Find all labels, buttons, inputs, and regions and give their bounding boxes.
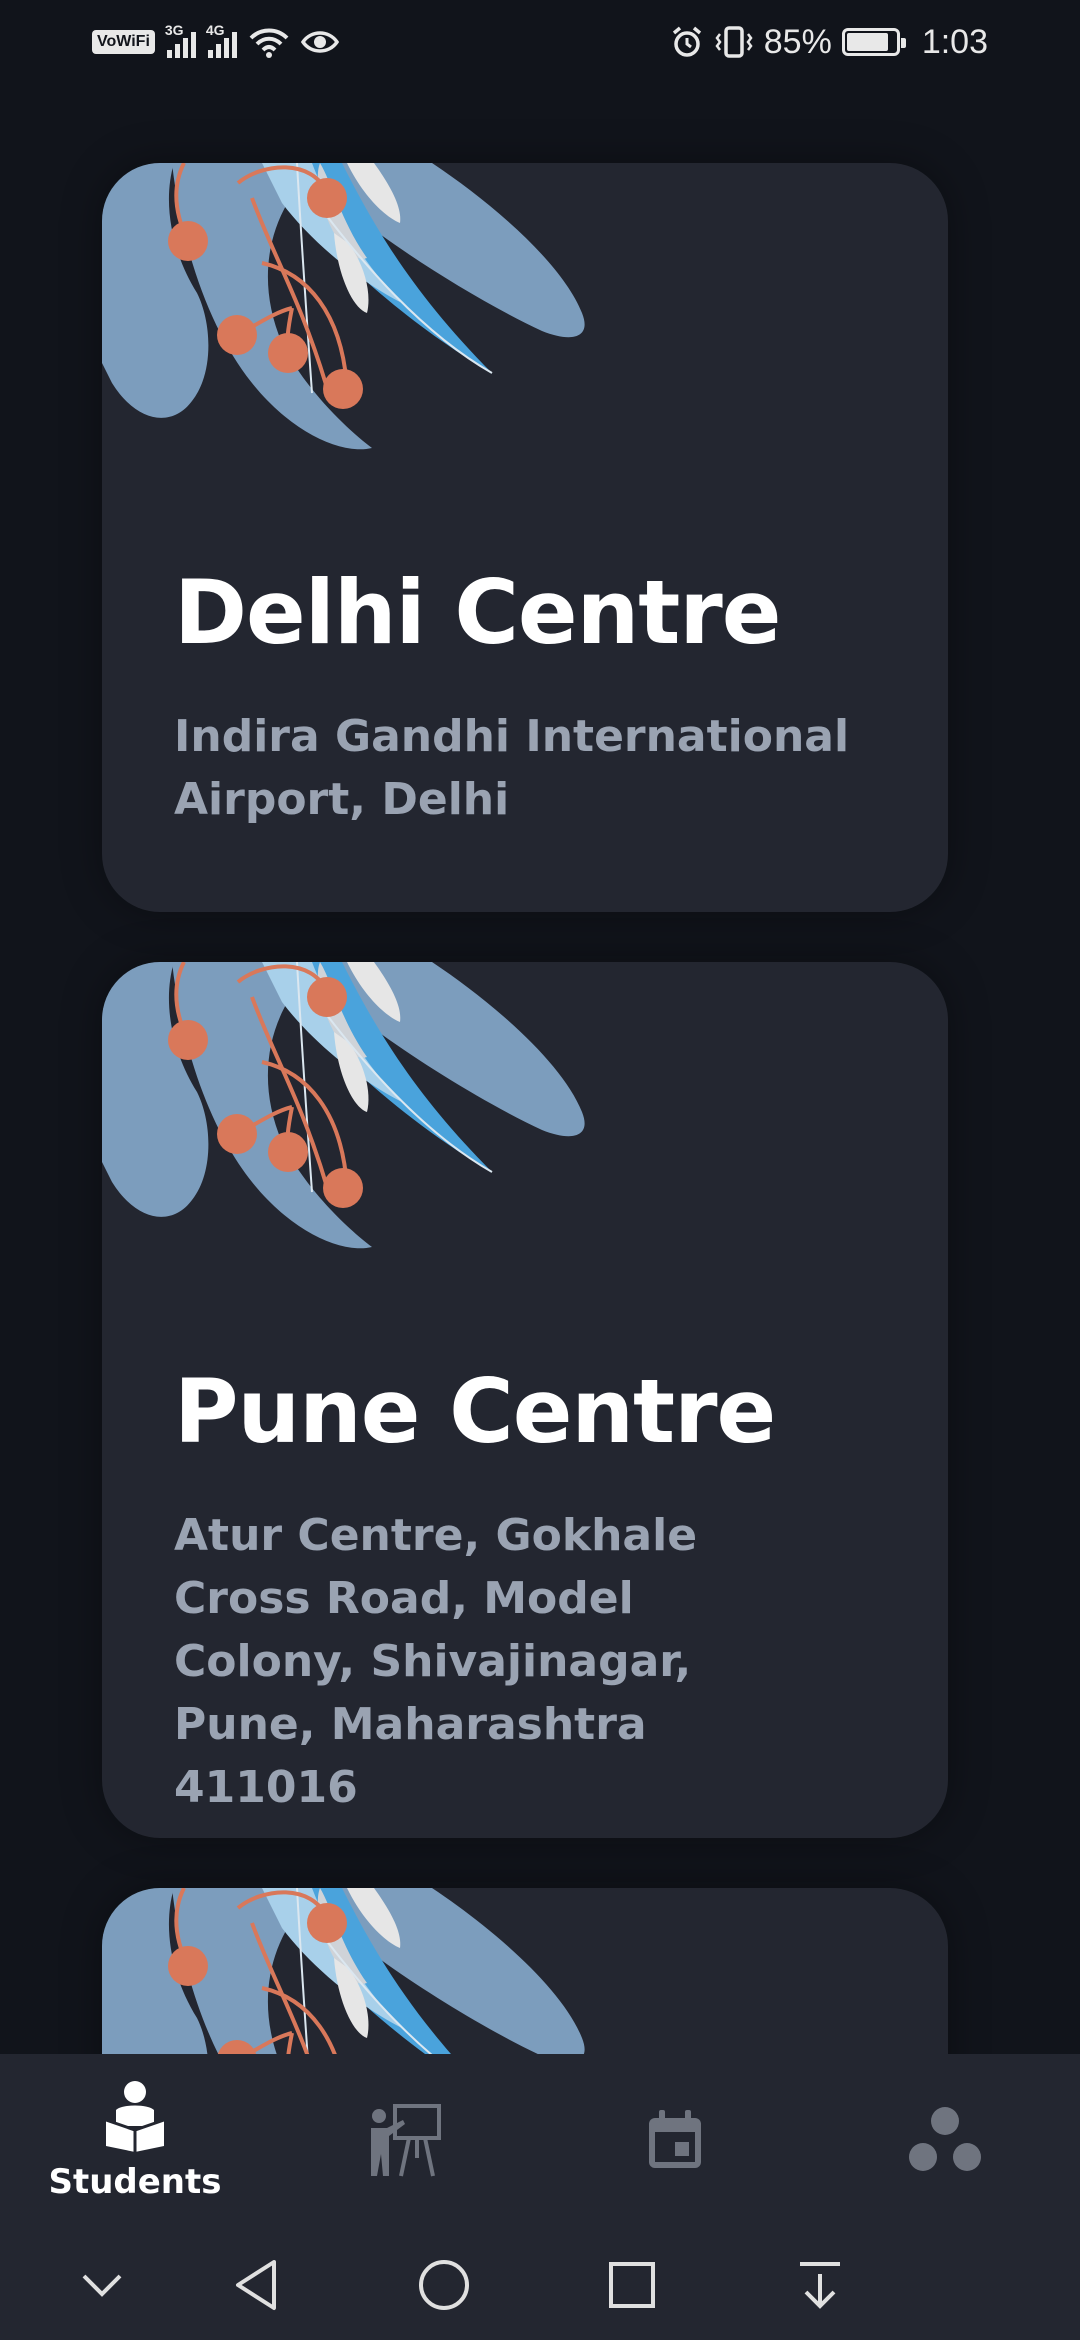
centre-card-partial[interactable] bbox=[102, 1888, 948, 2054]
eye-icon bbox=[300, 31, 339, 53]
system-navigation-bar bbox=[0, 2230, 1080, 2340]
battery-percent: 85% bbox=[763, 22, 832, 61]
nav-item-more[interactable] bbox=[810, 2054, 1080, 2230]
centre-card-pune[interactable]: Pune Centre Atur Centre, Gokhale Cross R… bbox=[102, 962, 948, 1838]
bottom-navigation: Students bbox=[0, 2054, 1080, 2230]
signal-sim2-icon: 4G bbox=[206, 22, 237, 58]
nav-item-students[interactable]: Students bbox=[0, 2054, 270, 2230]
battery-icon bbox=[841, 28, 906, 56]
status-bar: VoWiFi 3G 4G 85% 1:03 bbox=[0, 0, 1080, 84]
battery-fill bbox=[846, 33, 888, 51]
status-left: VoWiFi 3G 4G bbox=[92, 20, 339, 64]
leaf-artwork bbox=[102, 962, 587, 1251]
clock: 1:03 bbox=[921, 22, 988, 61]
teacher-board-icon bbox=[365, 2100, 445, 2180]
student-reading-icon bbox=[95, 2076, 175, 2156]
nav-label: Students bbox=[48, 2162, 222, 2202]
leaf-artwork bbox=[102, 1888, 587, 2054]
signal-sim1-icon: 3G bbox=[165, 22, 196, 58]
sim1-network-tag: 3G bbox=[164, 22, 184, 38]
chevron-down-icon[interactable] bbox=[62, 2250, 142, 2320]
recents-icon[interactable] bbox=[592, 2250, 672, 2320]
centre-address: Indira Gandhi International Airport, Del… bbox=[174, 711, 850, 825]
sim2-network-tag: 4G bbox=[205, 22, 225, 38]
centre-card-delhi[interactable]: Delhi Centre Indira Gandhi International… bbox=[102, 163, 948, 912]
nav-item-teachers[interactable] bbox=[270, 2054, 540, 2230]
centre-address: Atur Centre, Gokhale Cross Road, Model C… bbox=[174, 1510, 698, 1813]
centre-title: Delhi Centre bbox=[174, 561, 781, 664]
wifi-icon bbox=[249, 28, 289, 58]
calendar-icon bbox=[635, 2100, 715, 2180]
back-icon[interactable] bbox=[216, 2250, 296, 2320]
home-icon[interactable] bbox=[404, 2250, 484, 2320]
nav-item-calendar[interactable] bbox=[540, 2054, 810, 2230]
leaf-artwork bbox=[102, 163, 587, 452]
centre-list[interactable]: Delhi Centre Indira Gandhi International… bbox=[0, 84, 1080, 2054]
vibrate-icon bbox=[715, 26, 753, 58]
status-right: 85% 1:03 bbox=[670, 20, 988, 64]
alarm-icon bbox=[672, 26, 701, 57]
vowifi-badge: VoWiFi bbox=[92, 30, 155, 54]
centre-title: Pune Centre bbox=[174, 1360, 776, 1463]
download-icon[interactable] bbox=[780, 2250, 860, 2320]
three-dots-icon bbox=[905, 2100, 985, 2180]
